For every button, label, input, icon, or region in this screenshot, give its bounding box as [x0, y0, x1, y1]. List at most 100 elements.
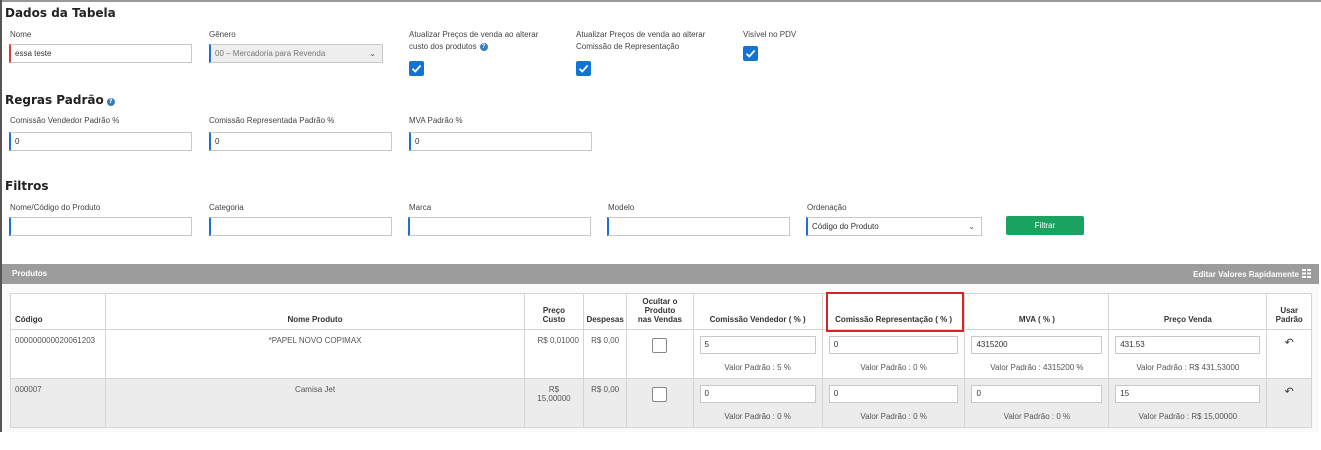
- comissao-representada-padrao-input[interactable]: 0: [209, 132, 392, 151]
- atualizar-custo-label-2: custo dos produtos?: [409, 42, 488, 52]
- col-ocultar-line1: Ocultar o Produto: [642, 297, 678, 315]
- col-usar-padrao-line2: Padrão: [1275, 315, 1303, 324]
- filtros-title: Filtros: [5, 179, 49, 193]
- regras-title: Regras Padrão: [5, 93, 104, 107]
- col-usar-padrao[interactable]: Usar Padrão: [1266, 293, 1312, 330]
- ocultar-checkbox[interactable]: [652, 338, 668, 353]
- atualizar-comissao-checkbox[interactable]: [576, 61, 591, 76]
- preco-custo-line2: 15,00000: [537, 394, 571, 403]
- col-comissao-representacao[interactable]: Comissão Representação ( % ): [821, 293, 966, 330]
- nome-codigo-input[interactable]: [9, 217, 192, 236]
- cell-preco-venda: 431.53 Valor Padrão : R$ 431,53000: [1108, 329, 1268, 379]
- col-mva[interactable]: MVA ( % ): [964, 293, 1110, 330]
- reply-arrow-icon[interactable]: ↶: [1285, 385, 1294, 398]
- table-header-row: Código Nome Produto Preço Custo Despesas …: [9, 293, 1312, 330]
- genero-label: Gênero: [209, 30, 236, 39]
- preco-venda-input[interactable]: 431.53: [1115, 336, 1261, 354]
- help-circle-icon[interactable]: ?: [106, 98, 115, 106]
- atualizar-comissao-label-2: Comissão de Representação: [576, 42, 680, 51]
- section-title-dados: Dados da Tabela: [5, 6, 116, 20]
- genero-select[interactable]: 00 – Mercadoria para Revenda ⌄: [209, 44, 383, 63]
- comissao-vendedor-default: Valor Padrão : 0 %: [724, 412, 791, 421]
- comissao-representacao-default: Valor Padrão : 0 %: [860, 412, 927, 421]
- cell-comissao-vendedor: 5 Valor Padrão : 5 %: [692, 329, 823, 379]
- col-nome-produto[interactable]: Nome Produto: [105, 293, 525, 330]
- mva-input[interactable]: 4315200: [971, 336, 1103, 354]
- mva-input[interactable]: 0: [971, 385, 1103, 403]
- cell-nome-produto: *PAPEL NOVO COPIMAX: [105, 329, 525, 379]
- col-preco-custo[interactable]: Preço Custo: [523, 293, 584, 330]
- col-ocultar-line2: nas Vendas: [637, 315, 682, 324]
- col-codigo[interactable]: Código: [9, 293, 107, 330]
- mva-padrao-input[interactable]: 0: [409, 132, 592, 151]
- modelo-input[interactable]: [607, 217, 790, 236]
- cell-preco-custo: R$ 0,01000: [523, 329, 584, 379]
- comissao-representacao-default: Valor Padrão : 0 %: [860, 363, 927, 372]
- ocultar-checkbox[interactable]: [652, 387, 668, 402]
- checkmark-icon: [745, 49, 756, 58]
- table-row: 000000000020061203 *PAPEL NOVO COPIMAX R…: [9, 329, 1312, 379]
- help-circle-icon[interactable]: ?: [479, 43, 488, 51]
- genero-value: 00 – Mercadoria para Revenda: [215, 49, 326, 58]
- ordenacao-label: Ordenação: [807, 203, 847, 212]
- top-border: [0, 0, 1321, 2]
- cell-ocultar: [626, 329, 694, 379]
- comissao-vendedor-input[interactable]: 0: [699, 385, 816, 403]
- preco-venda-default: Valor Padrão : R$ 431,53000: [1136, 363, 1240, 372]
- modelo-label: Modelo: [608, 203, 635, 212]
- cell-codigo: 000000000020061203: [9, 329, 107, 379]
- preco-venda-input[interactable]: 15: [1115, 385, 1261, 403]
- comissao-vendedor-input[interactable]: 5: [699, 336, 816, 354]
- produtos-title: Produtos: [12, 269, 48, 278]
- ordenacao-select[interactable]: Código do Produto ⌄: [806, 217, 982, 236]
- preco-venda-default: Valor Padrão : R$ 15,00000: [1138, 412, 1238, 421]
- mva-default: Valor Padrão : 4315200 %: [990, 363, 1084, 372]
- cell-comissao-vendedor: 0 Valor Padrão : 0 %: [692, 378, 823, 428]
- nome-input[interactable]: essa teste: [9, 44, 192, 63]
- comissao-representacao-input[interactable]: 0: [828, 336, 959, 354]
- col-despesas[interactable]: Despesas: [582, 293, 628, 330]
- comissao-vendedor-padrao-input[interactable]: 0: [9, 132, 192, 151]
- col-preco-venda[interactable]: Preço Venda: [1108, 293, 1268, 330]
- filtrar-button[interactable]: Filtrar: [1006, 216, 1084, 235]
- atualizar-custo-label-text: custo dos produtos: [409, 42, 477, 51]
- cell-comissao-representacao: 0 Valor Padrão : 0 %: [821, 378, 966, 428]
- col-usar-padrao-line1: Usar: [1280, 306, 1299, 315]
- cell-mva: 4315200 Valor Padrão : 4315200 %: [964, 329, 1110, 379]
- col-ocultar[interactable]: Ocultar o Produto nas Vendas: [626, 293, 694, 330]
- cell-ocultar: [626, 378, 694, 428]
- mva-default: Valor Padrão : 0 %: [1003, 412, 1071, 421]
- cell-preco-custo: R$ 15,00000: [523, 378, 584, 428]
- marca-input[interactable]: [408, 217, 591, 236]
- cell-nome-produto: Camisa Jet: [105, 378, 525, 428]
- nome-codigo-label: Nome/Código do Produto: [10, 203, 101, 212]
- atualizar-custo-checkbox[interactable]: [409, 61, 424, 76]
- cell-despesas: R$ 0,00: [582, 378, 628, 428]
- categoria-label: Categoria: [209, 203, 244, 212]
- comissao-representacao-input[interactable]: 0: [828, 385, 959, 403]
- cell-preco-venda: 15 Valor Padrão : R$ 15,00000: [1108, 378, 1268, 428]
- atualizar-comissao-label-1: Atualizar Preços de venda ao alterar: [576, 30, 706, 39]
- grid-icon: [1302, 269, 1311, 278]
- visivel-pdv-label: Visível no PDV: [743, 30, 797, 39]
- chevron-down-icon: ⌄: [968, 222, 975, 231]
- cell-usar-padrao: ↶: [1266, 378, 1312, 428]
- atualizar-custo-label-1: Atualizar Preços de venda ao alterar: [409, 30, 539, 39]
- marca-label: Marca: [409, 203, 432, 212]
- cell-mva: 0 Valor Padrão : 0 %: [964, 378, 1110, 428]
- section-title-regras: Regras Padrão?: [5, 93, 115, 107]
- dados-title: Dados da Tabela: [5, 6, 116, 20]
- col-comissao-vendedor[interactable]: Comissão Vendedor ( % ): [692, 293, 823, 330]
- mva-padrao-label: MVA Padrão %: [409, 116, 463, 125]
- editar-rapido-link[interactable]: Editar Valores Rapidamente: [1193, 269, 1311, 279]
- nome-label: Nome: [10, 30, 32, 39]
- produtos-panel-header: Produtos Editar Valores Rapidamente: [2, 264, 1319, 284]
- cell-despesas: R$ 0,00: [582, 329, 628, 379]
- produtos-table: Código Nome Produto Preço Custo Despesas …: [9, 293, 1312, 428]
- col-preco-custo-line1: Preço: [542, 306, 566, 315]
- table-row: 000007 Camisa Jet R$ 15,00000 R$ 0,00 0 Va…: [9, 378, 1312, 428]
- categoria-input[interactable]: [209, 217, 392, 236]
- visivel-pdv-checkbox[interactable]: [743, 46, 758, 61]
- ordenacao-value: Código do Produto: [812, 222, 879, 231]
- reply-arrow-icon[interactable]: ↶: [1285, 336, 1294, 349]
